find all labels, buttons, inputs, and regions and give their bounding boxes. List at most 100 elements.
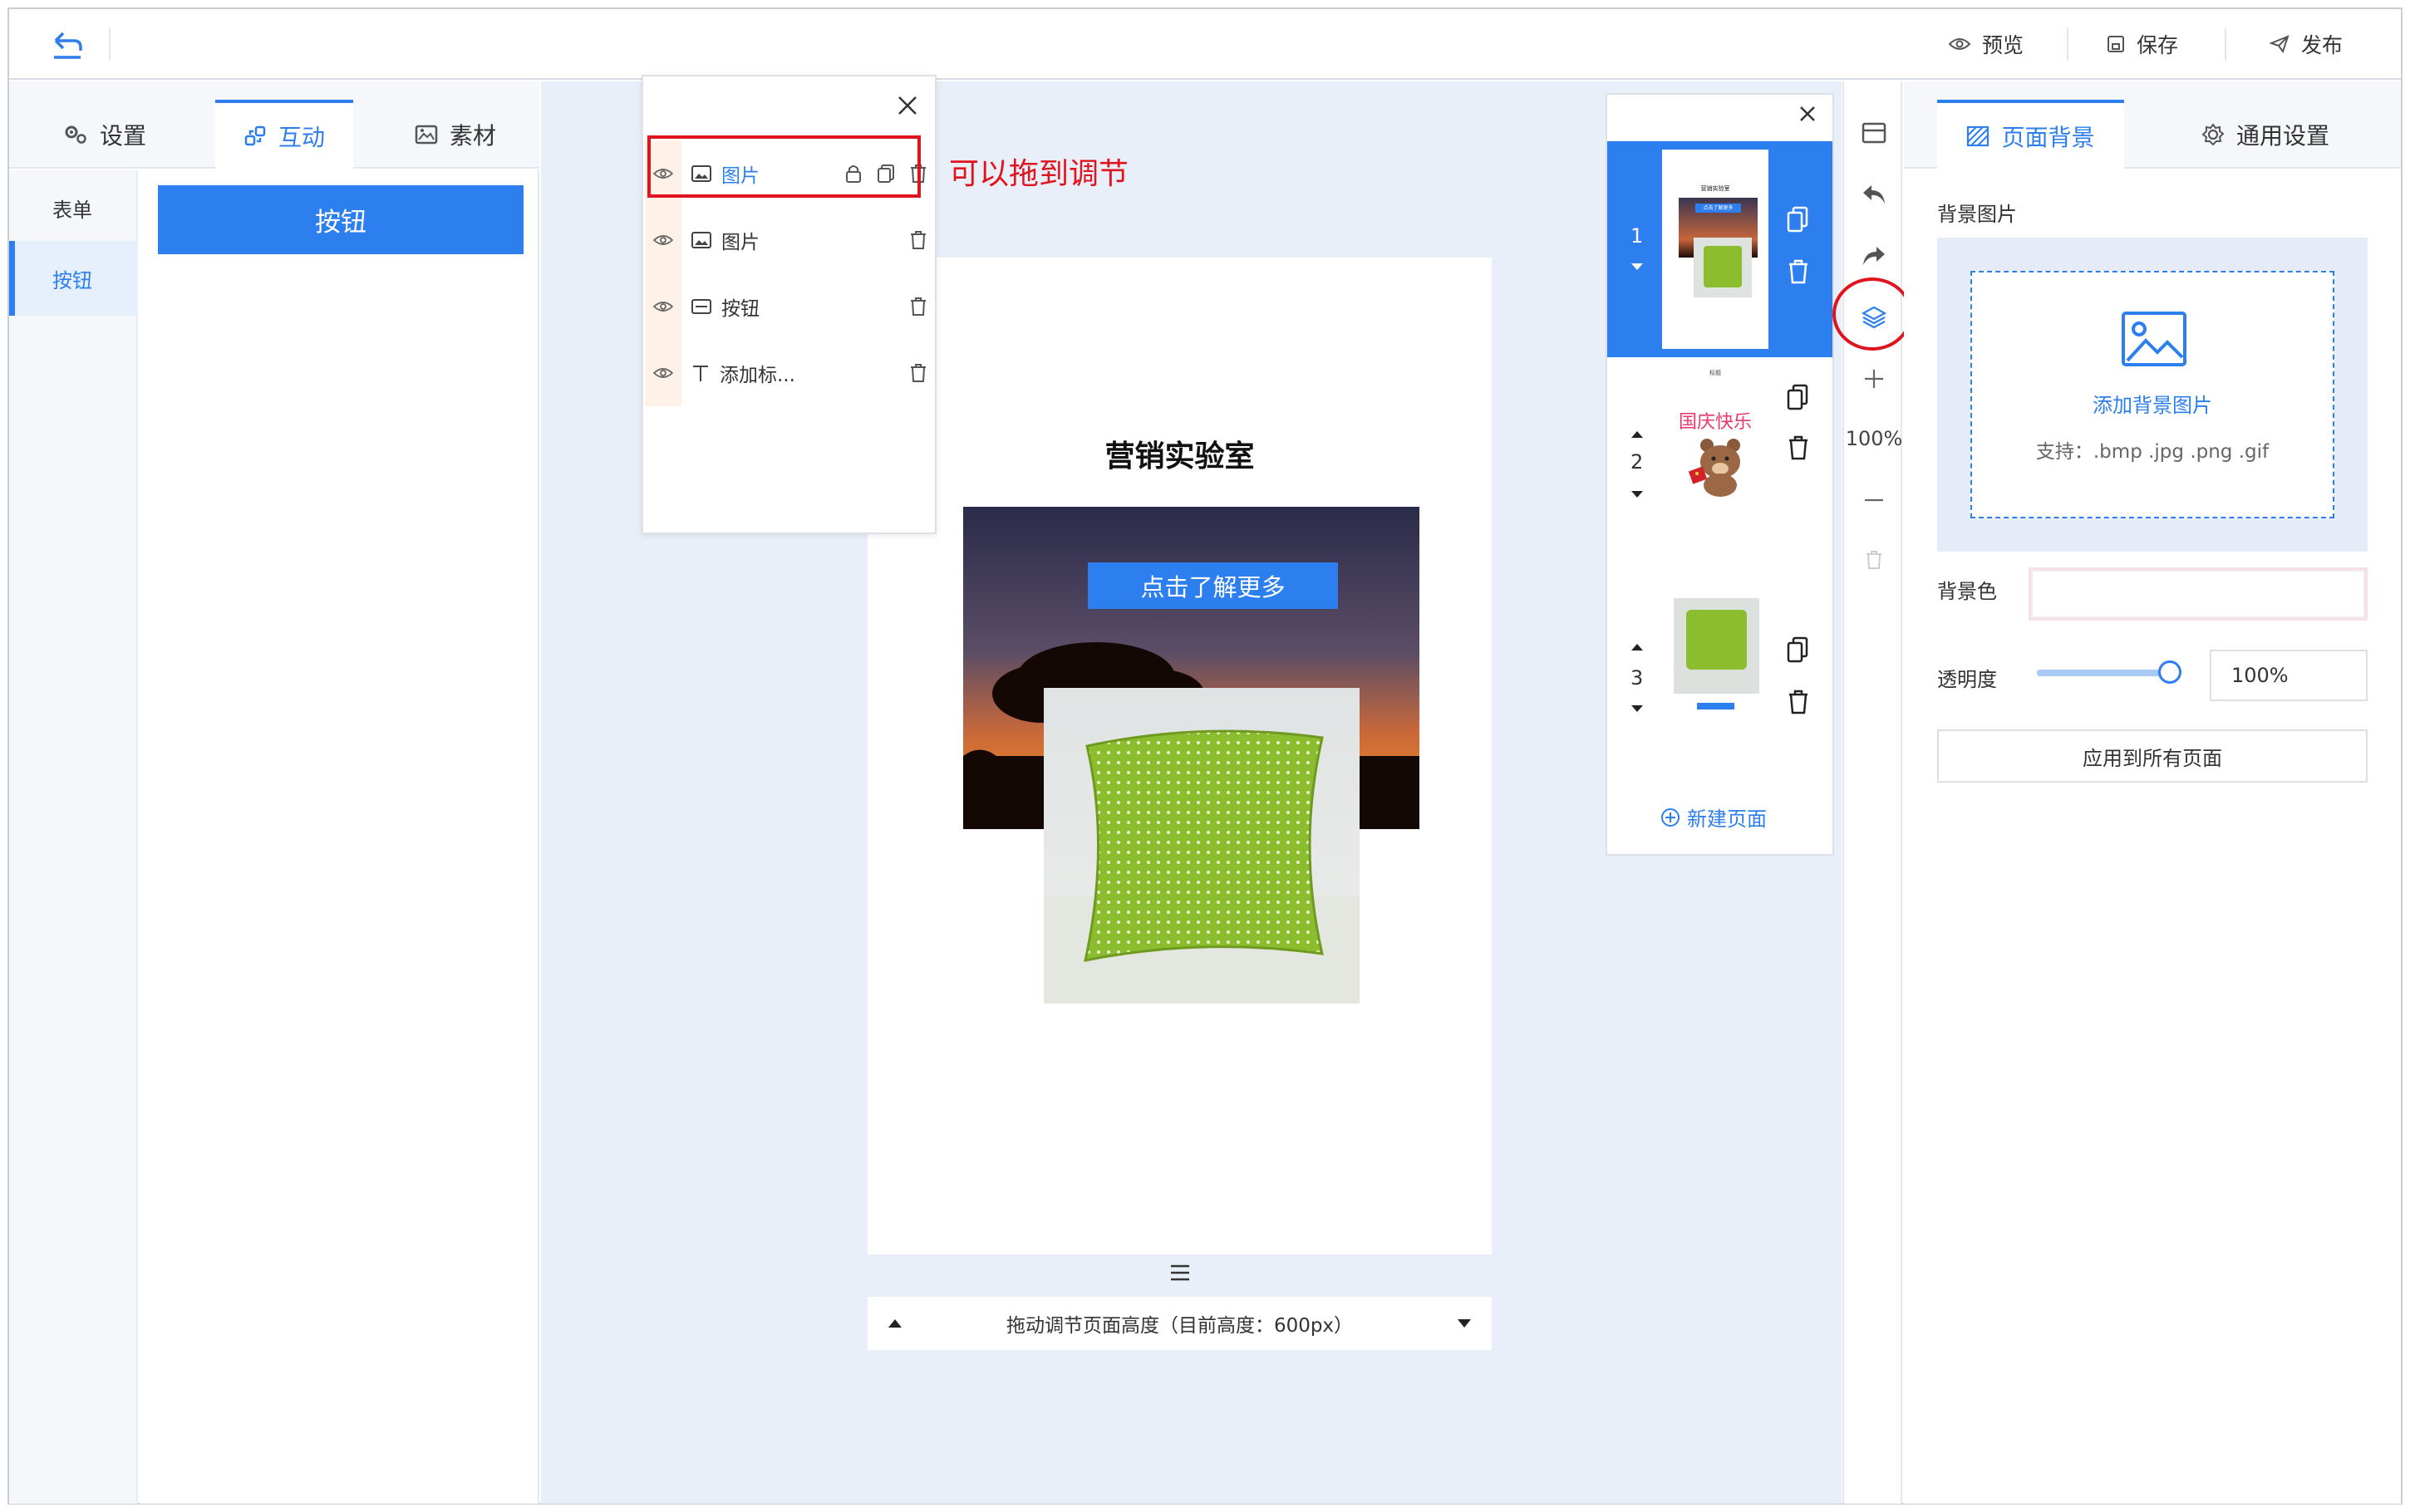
widget-list: 按钮 — [140, 170, 539, 1504]
button-layer-icon — [691, 299, 711, 314]
copy-icon[interactable] — [1787, 636, 1808, 663]
eye-icon[interactable] — [653, 300, 673, 313]
tab-materials-label: 素材 — [449, 121, 496, 150]
triangle-up-icon[interactable] — [1630, 430, 1644, 439]
copy-icon[interactable] — [1787, 384, 1808, 410]
zoom-level: 100% — [1845, 427, 1903, 450]
page-canvas: 营销实验室 点击了解更多 — [868, 258, 1492, 1254]
tab-general-settings[interactable]: 通用设置 — [2157, 100, 2373, 169]
plus-circle-icon — [1661, 808, 1680, 827]
page-number: 1 — [1630, 224, 1644, 248]
drag-handle-icon[interactable] — [1168, 1263, 1193, 1283]
eye-icon[interactable] — [653, 366, 673, 380]
trash-icon[interactable] — [1788, 690, 1808, 714]
pages-panel: 1 营销实验室 点击了解更多 2 标题 国庆快乐 3 新建页面 — [1606, 93, 1834, 856]
opacity-slider-fill — [2037, 670, 2170, 676]
save-icon — [2108, 36, 2124, 52]
left-nav: 表单 按钮 — [9, 170, 138, 1504]
background-icon — [1967, 125, 1989, 146]
layer-label: 添加标... — [720, 365, 795, 386]
back-icon[interactable] — [49, 26, 86, 62]
opacity-slider-handle[interactable] — [2158, 660, 2181, 684]
page-thumb-item[interactable]: 1 营销实验室 点击了解更多 — [1607, 141, 1832, 357]
page-thumb-item[interactable]: 2 标题 国庆快乐 — [1607, 369, 1832, 585]
bg-image-upload[interactable]: 添加背景图片 支持：.bmp .jpg .png .gif — [1970, 271, 2334, 518]
page-thumbnail[interactable]: 营销实验室 点击了解更多 — [1662, 150, 1768, 349]
preview-button[interactable]: 预览 — [1949, 29, 2024, 59]
right-panel: 页面背景 通用设置 背景图片 添加背景图片 支持：.bmp .jpg .png … — [1904, 81, 2401, 1504]
opacity-input[interactable]: 100% — [2210, 650, 2368, 701]
layer-label: 按钮 — [721, 298, 760, 320]
highlight-circle — [1832, 277, 1912, 351]
undo-icon[interactable] — [1844, 178, 1904, 211]
image-icon — [691, 232, 711, 248]
eye-icon — [1949, 38, 1970, 50]
button-widget[interactable]: 按钮 — [158, 185, 524, 254]
save-label: 保存 — [2137, 33, 2179, 57]
image-upload-icon — [2122, 312, 2186, 366]
delete-icon[interactable] — [1844, 543, 1904, 577]
zoom-out-icon[interactable] — [1844, 484, 1904, 517]
interactive-icon — [244, 125, 266, 145]
triangle-down-icon[interactable] — [1457, 1318, 1472, 1328]
send-icon — [2270, 35, 2290, 53]
copy-icon[interactable] — [1787, 206, 1808, 233]
layer-row[interactable]: 添加标... — [645, 340, 935, 406]
zoom-in-icon[interactable] — [1844, 362, 1904, 395]
top-bar: 预览 保存 发布 — [9, 9, 2401, 80]
nav-item-button[interactable]: 按钮 — [9, 241, 138, 316]
tab-materials[interactable]: 素材 — [393, 100, 518, 169]
text-icon — [693, 366, 708, 381]
thumb-pillow — [1694, 238, 1752, 297]
new-page-button[interactable]: 新建页面 — [1660, 803, 1767, 832]
triangle-down-icon[interactable] — [1630, 490, 1644, 498]
nav-item-form[interactable]: 表单 — [9, 170, 138, 245]
triangle-up-icon[interactable] — [1630, 643, 1644, 651]
pillow-image[interactable] — [1044, 688, 1360, 1004]
selection-highlight — [647, 135, 921, 198]
page-title[interactable]: 营销实验室 — [868, 432, 1492, 475]
left-tabs: 设置 互动 素材 — [9, 81, 539, 169]
redo-icon[interactable] — [1844, 239, 1904, 272]
page-thumbnail[interactable]: 标题 国庆快乐 — [1662, 369, 1768, 535]
tab-settings[interactable]: 设置 — [42, 100, 167, 169]
preview-label: 预览 — [1982, 33, 2024, 57]
cta-button[interactable]: 点击了解更多 — [1088, 562, 1338, 609]
close-icon[interactable] — [897, 95, 918, 116]
height-label: 拖动调节页面高度（目前高度：600px） — [1006, 1315, 1354, 1337]
apply-all-button[interactable]: 应用到所有页面 — [1937, 729, 2368, 783]
tab-interactive[interactable]: 互动 — [215, 100, 353, 169]
save-button[interactable]: 保存 — [2107, 29, 2178, 59]
close-icon[interactable] — [1798, 105, 1817, 123]
tab-page-background-label: 页面背景 — [2001, 123, 2095, 151]
page-thumb-item[interactable]: 3 — [1607, 593, 1832, 809]
publish-label: 发布 — [2301, 33, 2344, 57]
tab-page-background[interactable]: 页面背景 — [1937, 100, 2124, 169]
triangle-down-icon[interactable] — [1630, 704, 1644, 713]
layer-row[interactable]: 按钮 — [645, 273, 935, 340]
image-icon — [415, 125, 438, 144]
page-manage-icon[interactable] — [1844, 116, 1904, 150]
trash-icon[interactable] — [910, 297, 927, 317]
bg-image-area: 添加背景图片 支持：.bmp .jpg .png .gif — [1937, 238, 2368, 552]
trash-icon[interactable] — [910, 363, 927, 383]
opacity-slider[interactable] — [2037, 660, 2181, 684]
height-adjust-bar[interactable]: 拖动调节页面高度（目前高度：600px） — [868, 1297, 1492, 1350]
triangle-down-icon[interactable] — [1630, 263, 1644, 271]
annotation-text: 可以拖到调节 — [949, 157, 1129, 191]
bg-color-picker[interactable] — [2029, 567, 2368, 621]
new-page-label: 新建页面 — [1687, 808, 1767, 831]
layer-row[interactable]: 图片 — [645, 207, 935, 273]
trash-icon[interactable] — [1788, 435, 1808, 460]
trash-icon[interactable] — [910, 230, 927, 250]
nav-item-form-label: 表单 — [52, 198, 92, 222]
trash-icon[interactable] — [1788, 259, 1808, 284]
publish-button[interactable]: 发布 — [2270, 29, 2343, 59]
thumb-title: 营销实验室 — [1700, 185, 1730, 192]
page-thumbnail[interactable] — [1674, 598, 1759, 709]
triangle-up-icon[interactable] — [888, 1318, 903, 1328]
bear-illustration — [1688, 439, 1740, 497]
bg-image-label: 背景图片 — [1937, 203, 2017, 226]
eye-icon[interactable] — [653, 233, 673, 247]
tab-settings-label: 设置 — [99, 121, 146, 150]
